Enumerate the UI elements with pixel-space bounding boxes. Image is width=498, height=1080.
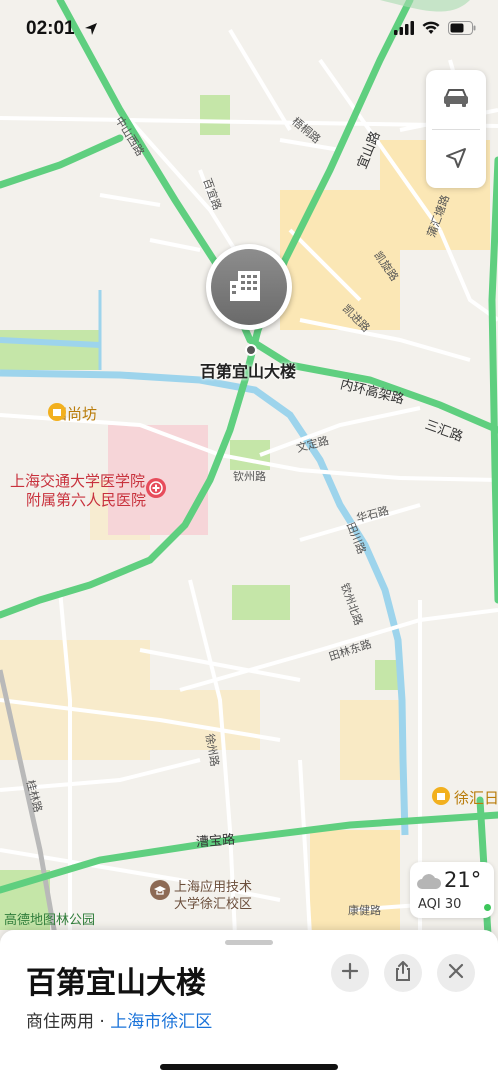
- status-time: 02:01: [26, 18, 75, 39]
- transport-mode-button[interactable]: [426, 70, 486, 129]
- building-icon: [228, 267, 270, 307]
- share-button[interactable]: [384, 954, 422, 992]
- pin-label[interactable]: 百第宜山大楼: [200, 358, 296, 382]
- selected-place-pin[interactable]: [206, 244, 292, 330]
- signal-icon: [394, 20, 414, 39]
- status-bar: 02:01: [0, 0, 498, 60]
- location-arrow-outline-icon: [444, 146, 468, 174]
- close-button[interactable]: [437, 954, 475, 992]
- cloud-icon: [416, 872, 442, 894]
- share-icon: [394, 961, 412, 985]
- map-controls: [426, 70, 486, 188]
- place-card-sheet[interactable]: 百第宜山大楼 商住两用 · 上海市徐汇区: [0, 930, 498, 1080]
- sheet-grabber[interactable]: [225, 940, 273, 945]
- weather-temp: 21°: [444, 868, 482, 892]
- pin-inner: [211, 249, 287, 325]
- weather-aqi: AQI 30: [418, 897, 462, 912]
- location-arrow-icon: [84, 21, 98, 40]
- place-location-link[interactable]: 上海市徐汇区: [110, 1012, 212, 1032]
- place-xuhui[interactable]: 徐汇日: [454, 787, 498, 808]
- weather-widget[interactable]: 21° AQI 30: [410, 862, 494, 918]
- subtitle-separator: ·: [94, 1012, 111, 1032]
- road-label-caobao: 漕宝路: [195, 832, 236, 851]
- plus-icon: [341, 962, 359, 984]
- car-icon: [441, 86, 471, 114]
- place-hospital-line1[interactable]: 上海交通大学医学院: [10, 470, 145, 491]
- add-button[interactable]: [331, 954, 369, 992]
- home-indicator[interactable]: [160, 1064, 338, 1070]
- aqi-status-dot: [484, 904, 491, 911]
- locate-button[interactable]: [426, 130, 486, 189]
- place-park[interactable]: 高德地图林公园: [4, 909, 95, 928]
- wifi-icon: [422, 20, 440, 39]
- place-university-line2[interactable]: 大学徐汇校区: [174, 893, 252, 912]
- place-tianshangfang[interactable]: 田尚坊: [48, 403, 97, 424]
- battery-icon: [448, 20, 476, 39]
- place-category: 商住两用: [26, 1012, 94, 1032]
- road-label-kangjian: 康健路: [348, 904, 381, 917]
- map-view[interactable]: 中山西路 内环高架路 三汇路 钦州路 文定路 华石路 田川路 钦州北路 田林东路…: [0, 0, 498, 935]
- place-title: 百第宜山大楼: [26, 966, 206, 1001]
- place-hospital-line2[interactable]: 附属第六人民医院: [26, 489, 146, 510]
- status-icons: [394, 20, 476, 39]
- place-subtitle: 商住两用 · 上海市徐汇区: [26, 1007, 212, 1032]
- pin-location-dot: [245, 344, 257, 356]
- close-icon: [448, 963, 464, 983]
- road-label-qinzhou: 钦州路: [233, 470, 266, 483]
